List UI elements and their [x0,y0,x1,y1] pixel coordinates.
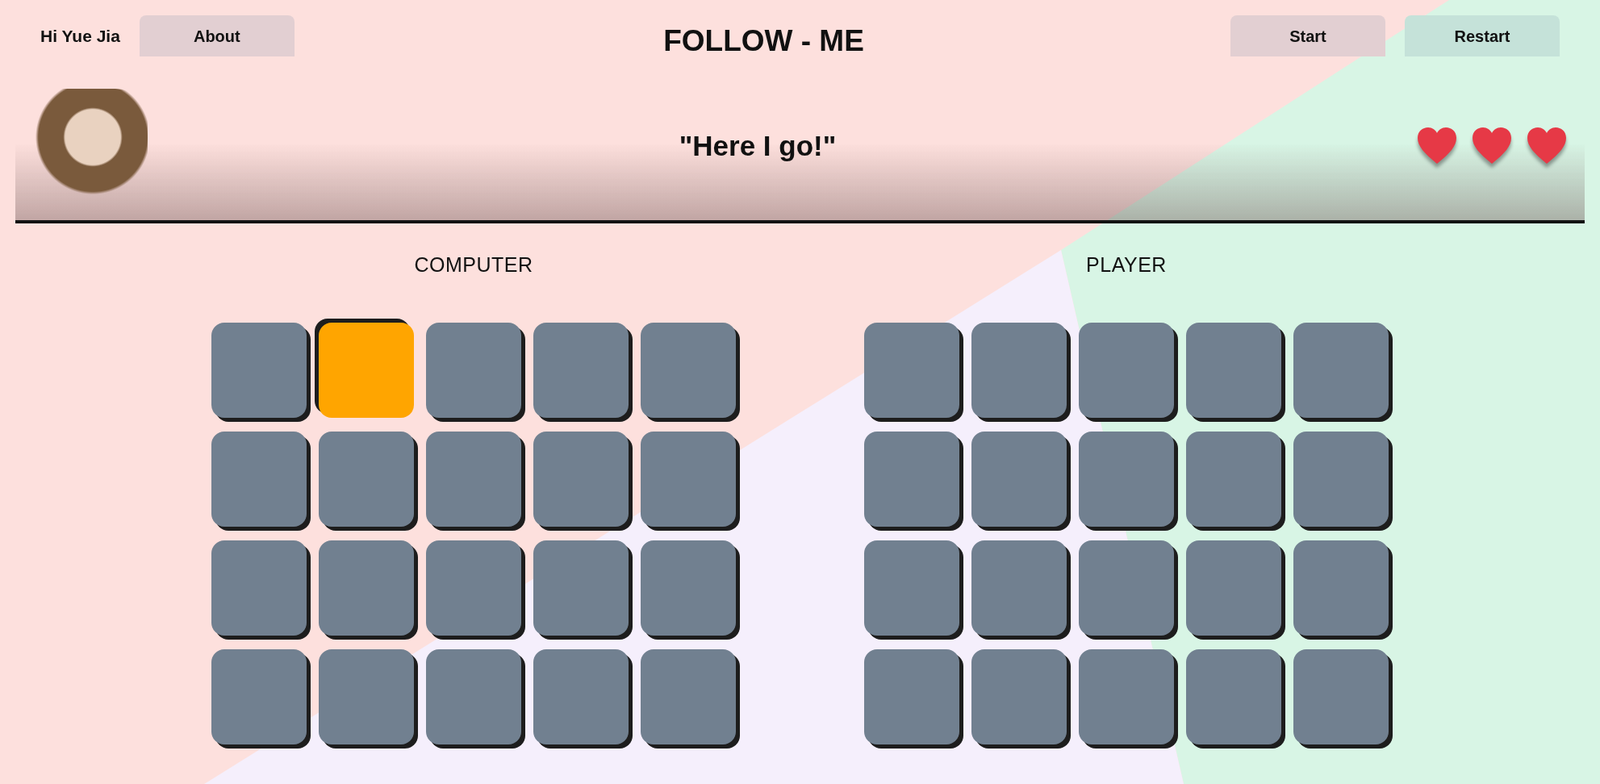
heart-icon [1470,125,1513,167]
speech-text: "Here I go!" [147,125,1417,168]
tile [318,540,414,636]
tile [426,431,522,527]
tile [533,649,629,745]
tile[interactable] [971,540,1067,636]
tile [640,540,736,636]
tile[interactable] [971,431,1067,527]
about-button[interactable]: About [139,15,295,57]
tile-grid [211,322,736,745]
tile [533,540,629,636]
tile [211,322,307,418]
player-board: PLAYER [864,250,1389,745]
tile [211,540,307,636]
tile[interactable] [1293,540,1389,636]
tile[interactable] [864,649,960,745]
greeting: Hi Yue Jia [40,15,121,58]
heart-icon [1416,125,1458,167]
tile[interactable] [1078,540,1174,636]
lives [1416,125,1575,167]
tile [640,322,736,418]
tile [318,322,414,418]
tile[interactable] [864,322,960,418]
game-title: FOLLOW - ME [663,15,865,64]
tile [640,431,736,527]
avatar-image [25,88,148,210]
top-left: Hi Yue Jia About [40,15,664,58]
top-right: Start Restart [936,15,1560,57]
tile[interactable] [1186,322,1282,418]
tile [211,431,307,527]
tile [640,649,736,745]
tile [426,649,522,745]
tile[interactable] [864,540,960,636]
tile[interactable] [1078,649,1174,745]
board-label: PLAYER [1086,250,1167,281]
board-label: COMPUTER [413,250,533,281]
tile [318,431,414,527]
heart-icon [1525,125,1568,167]
tile[interactable] [1078,431,1174,527]
start-button[interactable]: Start [1230,15,1386,57]
tile[interactable] [1186,431,1282,527]
restart-button[interactable]: Restart [1404,15,1560,57]
tile [318,649,414,745]
top-bar: Hi Yue Jia About FOLLOW - ME Start Restart [0,0,1600,72]
tile[interactable] [1186,649,1282,745]
tile [211,649,307,745]
tile[interactable] [1293,649,1389,745]
tile[interactable] [864,431,960,527]
boards: COMPUTER PLAYER [0,223,1600,745]
tile [426,322,522,418]
tile[interactable] [971,322,1067,418]
tile[interactable] [971,649,1067,745]
tile[interactable] [1293,322,1389,418]
tile [426,540,522,636]
tile[interactable] [1293,431,1389,527]
status-strip: "Here I go!" [15,71,1585,224]
computer-board: COMPUTER [211,250,736,745]
tile [533,322,629,418]
tile[interactable] [1078,322,1174,418]
tile-grid [864,322,1389,745]
tile[interactable] [1186,540,1282,636]
tile [533,431,629,527]
